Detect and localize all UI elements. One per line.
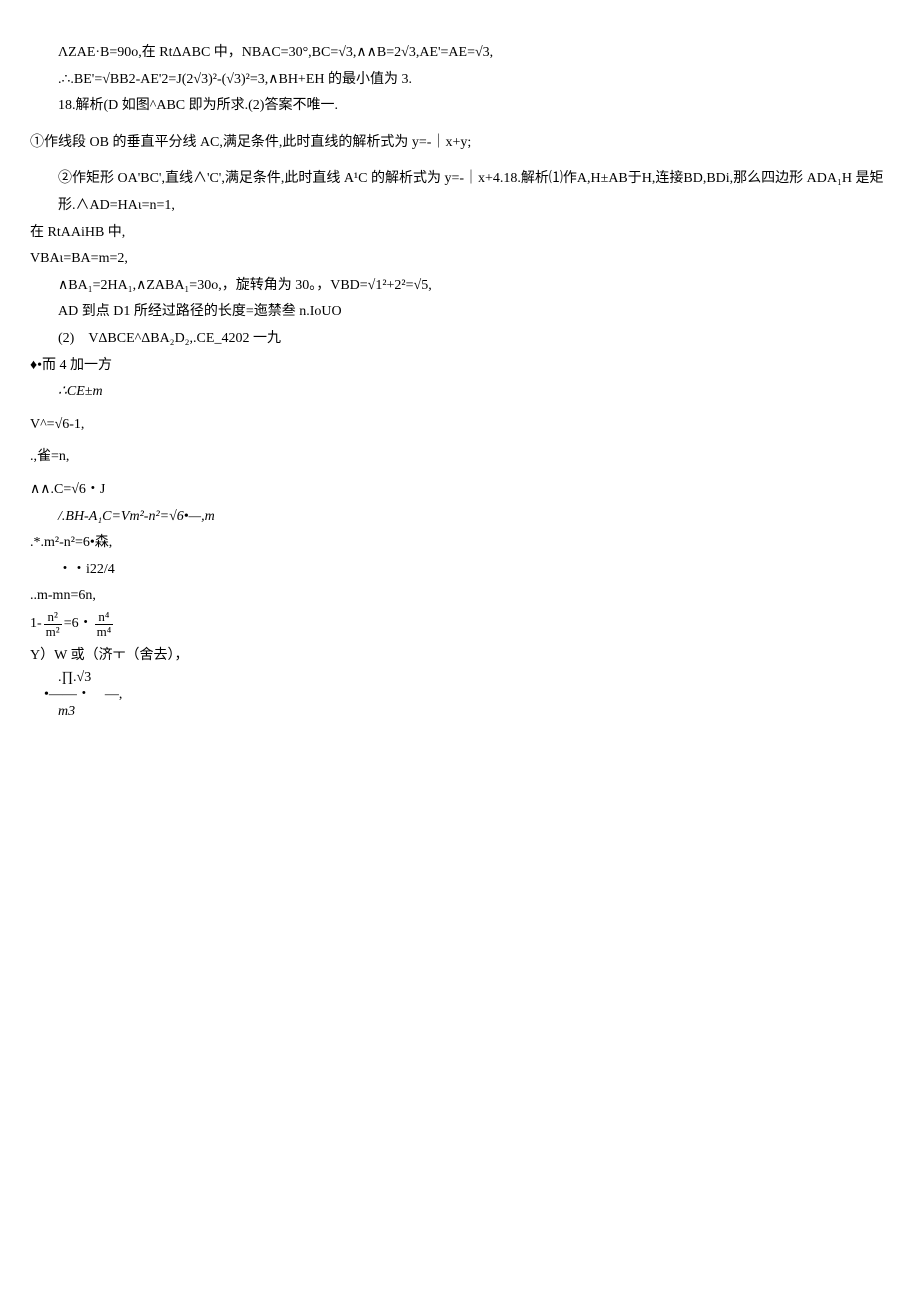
fraction-lhs-den: m² — [44, 625, 62, 639]
line-9: AD 到点 D1 所经过路径的长度=迤禁叁 n.IoUO — [30, 299, 890, 326]
eq-prefix: 1- — [30, 611, 42, 638]
fraction-rhs-num: n⁴ — [95, 610, 114, 625]
line-3: 18.解析(D 如图^ABC 即为所求.(2)答案不唯一. — [30, 93, 890, 120]
line-4: ①作线段 OB 的垂直平分线 AC,满足条件,此时直线的解析式为 y=-｜x+y… — [30, 130, 890, 157]
line-7: VBAι=BA=m=2, — [30, 246, 890, 273]
line-22-mid: •——・ —, — [44, 687, 890, 704]
line-10: (2) VΔBCE^ΔBA₂D₂,.CE_4202 一九 — [30, 326, 890, 353]
fraction-lhs-num: n² — [44, 610, 62, 625]
line-6: 在 RtAAiHB 中, — [30, 220, 890, 247]
fraction-lhs: n² m² — [44, 610, 62, 640]
line-13: V^=√6-1, — [30, 412, 890, 439]
line-22-top: .∏.√3 — [58, 670, 890, 687]
line-18: ・・i22/4 — [30, 557, 890, 584]
line-2: .∴.BE'=√BB2-AE'2=J(2√3)²-(√3)²=3,∧BH+EH … — [30, 67, 890, 94]
line-22-stack: .∏.√3 •——・ —, m3 — [30, 670, 890, 720]
line-21: Y）W 或（济ㅜ（舍去）， — [30, 643, 890, 670]
line-22-bot: m3 — [58, 704, 890, 721]
line-11: ♦•而 4 加一方 — [30, 353, 890, 380]
line-12: ∴CE±m — [30, 379, 890, 406]
line-1: ΛZAE·B=90o,在 RtΔABC 中，NBAC=30°,BC=√3,∧∧B… — [30, 40, 890, 67]
line-14: .,雀=n, — [30, 444, 890, 471]
fraction-rhs: n⁴ m⁴ — [95, 610, 114, 640]
eq-mid: =6・ — [64, 611, 93, 638]
line-8: ∧BA₁=2HA₁,∧ZABA₁=30o,，旋转角为 30。，VBD=√1²+2… — [30, 273, 890, 300]
line-17: .*.m²-n²=6•森, — [30, 530, 890, 557]
line-20-equation: 1- n² m² =6・ n⁴ m⁴ — [30, 610, 890, 640]
fraction-rhs-den: m⁴ — [95, 625, 114, 639]
line-15: ∧∧.C=√6・J — [30, 477, 890, 504]
line-19: ..m-mn=6n, — [30, 583, 890, 610]
line-5: ②作矩形 OA'BC',直线∧'C',满足条件,此时直线 A¹C 的解析式为 y… — [30, 166, 890, 219]
line-16: /.BH-A₁C=Vm²-n²=√6•—,m — [30, 504, 890, 531]
